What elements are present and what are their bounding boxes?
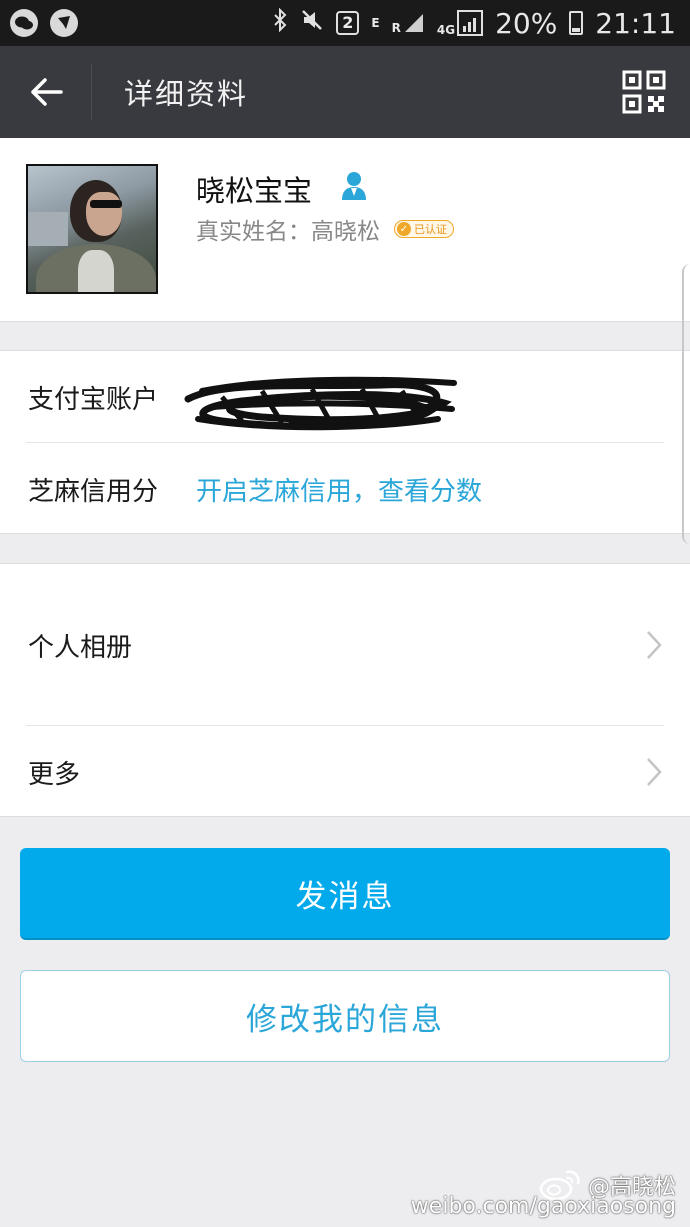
weibo-url: weibo.com/gaoxiaosong bbox=[410, 1194, 676, 1219]
network-r-indicator: R bbox=[392, 12, 425, 34]
battery-percent: 20% bbox=[495, 6, 558, 40]
sesame-credit-link[interactable]: 开启芝麻信用，查看分数 bbox=[196, 471, 482, 508]
mute-icon bbox=[300, 8, 324, 38]
network-4g-indicator: 4G bbox=[436, 10, 484, 37]
edit-my-info-button[interactable]: 修改我的信息 bbox=[20, 970, 670, 1062]
verified-user-icon bbox=[342, 172, 366, 200]
wechat-notification-icon bbox=[10, 9, 38, 37]
alipay-account-label: 支付宝账户 bbox=[28, 384, 159, 415]
battery-icon bbox=[569, 11, 584, 35]
more-label: 更多 bbox=[28, 759, 81, 790]
status-bar: 2 E R 4G 20% 21:11 bbox=[0, 0, 690, 46]
app-header: 详细资料 bbox=[0, 46, 690, 138]
nickname: 晓松宝宝 bbox=[196, 174, 313, 208]
page-title: 详细资料 bbox=[124, 77, 249, 111]
net-r-label: R bbox=[391, 21, 401, 35]
alipay-section: 支付宝账户 芝麻信用分 开启芝麻信用，查看分数 bbox=[0, 350, 690, 534]
real-name-label: 真实姓名： bbox=[196, 219, 311, 245]
signal-strength-icon bbox=[457, 10, 484, 36]
net-4g-label: 4G bbox=[436, 23, 456, 37]
qr-code-button[interactable] bbox=[622, 70, 666, 114]
sim-badge: 2 bbox=[336, 11, 360, 35]
back-button[interactable] bbox=[0, 64, 92, 120]
more-row[interactable]: 更多 bbox=[0, 726, 690, 818]
signal-icon bbox=[404, 14, 423, 32]
back-arrow-icon bbox=[30, 78, 63, 106]
bluetooth-icon bbox=[272, 7, 288, 38]
real-name-row: 真实姓名： 高晓松 ✓ 已认证 bbox=[196, 212, 454, 246]
send-message-button[interactable]: 发消息 bbox=[20, 848, 670, 940]
qr-code-icon bbox=[622, 70, 666, 114]
avatar[interactable] bbox=[26, 164, 158, 294]
chevron-right-icon bbox=[647, 758, 662, 786]
status-left-icons bbox=[10, 9, 78, 37]
app-notification-icon bbox=[50, 9, 78, 37]
check-icon: ✓ bbox=[397, 222, 411, 236]
sesame-credit-label: 芝麻信用分 bbox=[28, 476, 159, 507]
personal-album-row[interactable]: 个人相册 bbox=[0, 564, 690, 726]
certified-badge: ✓ 已认证 bbox=[394, 220, 454, 238]
network-e-indicator: E bbox=[371, 17, 379, 29]
chevron-right-icon bbox=[647, 631, 662, 659]
real-name-value: 高晓松 bbox=[311, 219, 380, 245]
redacted-scribble bbox=[184, 376, 457, 431]
personal-album-label: 个人相册 bbox=[28, 632, 133, 663]
edge-panel-handle[interactable] bbox=[682, 264, 690, 544]
clock: 21:11 bbox=[595, 6, 676, 40]
more-section: 个人相册 更多 bbox=[0, 563, 690, 817]
sesame-credit-row[interactable]: 芝麻信用分 开启芝麻信用，查看分数 bbox=[0, 443, 690, 535]
status-right-icons: 2 E R 4G 20% 21:11 bbox=[272, 7, 676, 40]
alipay-account-row[interactable]: 支付宝账户 bbox=[0, 351, 690, 443]
net-e-label: E bbox=[371, 16, 380, 30]
certified-badge-label: 已认证 bbox=[414, 223, 447, 236]
